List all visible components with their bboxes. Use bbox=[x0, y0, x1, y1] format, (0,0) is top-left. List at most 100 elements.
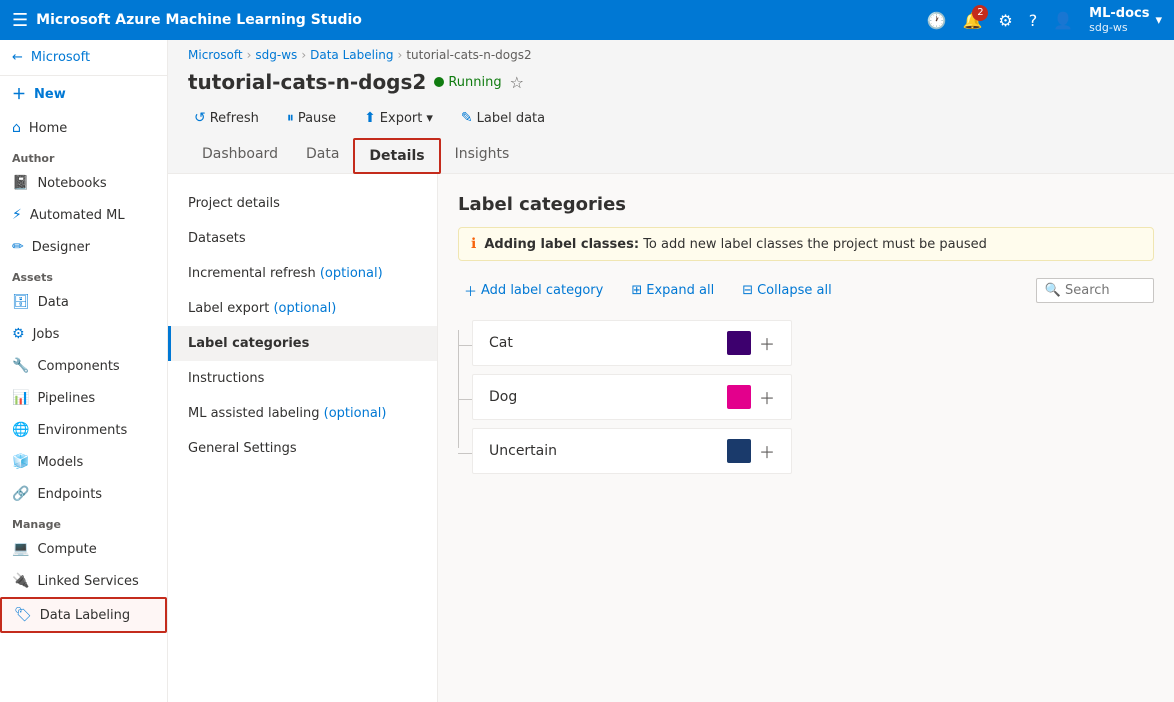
left-nav-label-export[interactable]: Label export (optional) bbox=[168, 291, 437, 326]
search-box[interactable]: 🔍 bbox=[1036, 278, 1154, 303]
left-nav-datasets[interactable]: Datasets bbox=[168, 221, 437, 256]
environments-icon: 🌐 bbox=[12, 422, 29, 438]
main-content: Microsoft › sdg-ws › Data Labeling › tut… bbox=[168, 40, 1174, 702]
sidebar-item-jobs[interactable]: ⚙ Jobs bbox=[0, 318, 167, 350]
breadcrumb-data-labeling[interactable]: Data Labeling bbox=[310, 48, 393, 62]
layout: ← Microsoft ＋ New ⌂ Home Author 📓 Notebo… bbox=[0, 40, 1174, 702]
left-nav-ml-assisted[interactable]: ML assisted labeling (optional) bbox=[168, 396, 437, 431]
left-nav: Project details Datasets Incremental ref… bbox=[168, 174, 438, 702]
breadcrumb-current: tutorial-cats-n-dogs2 bbox=[406, 48, 531, 62]
notification-icon[interactable]: 🔔 2 bbox=[962, 11, 982, 30]
pipelines-label: Pipelines bbox=[37, 391, 95, 406]
sidebar-item-pipelines[interactable]: 📊 Pipelines bbox=[0, 382, 167, 414]
breadcrumb-microsoft[interactable]: Microsoft bbox=[188, 48, 243, 62]
warning-label: Adding label classes: bbox=[484, 237, 639, 252]
components-icon: 🔧 bbox=[12, 358, 29, 374]
designer-label: Designer bbox=[32, 240, 90, 255]
refresh-button[interactable]: ↺ Refresh bbox=[188, 106, 265, 130]
components-label: Components bbox=[37, 359, 119, 374]
left-nav-incremental-refresh[interactable]: Incremental refresh (optional) bbox=[168, 256, 437, 291]
label-export-link[interactable]: (optional) bbox=[273, 301, 336, 316]
left-nav-label-categories[interactable]: Label categories bbox=[168, 326, 437, 361]
home-label: Home bbox=[29, 121, 67, 136]
page-header: tutorial-cats-n-dogs2 Running ☆ bbox=[168, 66, 1174, 102]
add-label-text: Add label category bbox=[481, 283, 603, 298]
category-item-uncertain: Uncertain ＋ bbox=[472, 428, 792, 474]
category-color-cat bbox=[727, 331, 751, 355]
left-nav-general-settings[interactable]: General Settings bbox=[168, 431, 437, 466]
top-bar-left: ☰ Microsoft Azure Machine Learning Studi… bbox=[12, 10, 362, 31]
breadcrumb-workspace[interactable]: sdg-ws bbox=[255, 48, 297, 62]
breadcrumb: Microsoft › sdg-ws › Data Labeling › tut… bbox=[168, 40, 1174, 66]
sidebar-item-components[interactable]: 🔧 Components bbox=[0, 350, 167, 382]
category-wrapper-dog: Dog ＋ bbox=[472, 374, 1154, 424]
user-icon[interactable]: 👤 bbox=[1053, 11, 1073, 30]
sidebar-item-automated-ml[interactable]: ⚡ Automated ML bbox=[0, 199, 167, 231]
refresh-icon: ↺ bbox=[194, 110, 206, 126]
user-section[interactable]: ML-docs sdg-ws ▾ bbox=[1089, 6, 1162, 34]
page-title: tutorial-cats-n-dogs2 bbox=[188, 70, 426, 94]
sidebar-item-models[interactable]: 🧊 Models bbox=[0, 446, 167, 478]
incremental-refresh-link[interactable]: (optional) bbox=[320, 266, 383, 281]
tab-details[interactable]: Details bbox=[353, 138, 440, 174]
search-input[interactable] bbox=[1065, 283, 1145, 298]
category-item-cat: Cat ＋ bbox=[472, 320, 792, 366]
history-icon[interactable]: 🕐 bbox=[927, 11, 947, 30]
label-data-icon: ✎ bbox=[461, 110, 473, 126]
sidebar-item-linked-services[interactable]: 🔌 Linked Services bbox=[0, 565, 167, 597]
pause-button[interactable]: ⏸ Pause bbox=[281, 106, 342, 130]
category-name-cat: Cat bbox=[489, 335, 727, 351]
sidebar-item-compute[interactable]: 💻 Compute bbox=[0, 533, 167, 565]
status-text: Running bbox=[448, 75, 501, 90]
favorite-icon[interactable]: ☆ bbox=[510, 73, 524, 92]
jobs-label: Jobs bbox=[33, 327, 60, 342]
expand-all-text: Expand all bbox=[646, 283, 714, 298]
export-label: Export bbox=[380, 111, 423, 126]
label-data-button[interactable]: ✎ Label data bbox=[455, 106, 551, 130]
export-button[interactable]: ⬆ Export ▾ bbox=[358, 106, 439, 130]
warning-text: Adding label classes: To add new label c… bbox=[484, 237, 987, 252]
automated-ml-icon: ⚡ bbox=[12, 207, 22, 223]
left-nav-instructions[interactable]: Instructions bbox=[168, 361, 437, 396]
label-data-label: Label data bbox=[477, 111, 546, 126]
add-subcategory-dog[interactable]: ＋ bbox=[759, 385, 775, 409]
models-label: Models bbox=[37, 455, 83, 470]
user-name: ML-docs bbox=[1089, 6, 1149, 21]
category-wrapper-cat: Cat ＋ bbox=[472, 320, 1154, 370]
ml-assisted-link[interactable]: (optional) bbox=[324, 406, 387, 421]
help-icon[interactable]: ? bbox=[1029, 11, 1038, 30]
sidebar-item-endpoints[interactable]: 🔗 Endpoints bbox=[0, 478, 167, 510]
collapse-all-button[interactable]: ⊟ Collapse all bbox=[736, 279, 837, 302]
sidebar-item-data-labeling[interactable]: 🏷 Data Labeling bbox=[0, 597, 167, 633]
add-subcategory-cat[interactable]: ＋ bbox=[759, 331, 775, 355]
models-icon: 🧊 bbox=[12, 454, 29, 470]
hamburger-icon[interactable]: ☰ bbox=[12, 10, 28, 31]
home-icon: ⌂ bbox=[12, 120, 21, 136]
tab-data[interactable]: Data bbox=[292, 138, 353, 174]
jobs-icon: ⚙ bbox=[12, 326, 25, 342]
sidebar-item-notebooks[interactable]: 📓 Notebooks bbox=[0, 167, 167, 199]
sidebar-item-environments[interactable]: 🌐 Environments bbox=[0, 414, 167, 446]
tab-insights[interactable]: Insights bbox=[441, 138, 524, 174]
linked-services-icon: 🔌 bbox=[12, 573, 29, 589]
sidebar-item-new[interactable]: ＋ New bbox=[0, 76, 167, 112]
content-area: Project details Datasets Incremental ref… bbox=[168, 174, 1174, 702]
label-panel: Label categories ℹ Adding label classes:… bbox=[438, 174, 1174, 702]
sidebar-item-microsoft[interactable]: ← Microsoft bbox=[0, 40, 167, 76]
sidebar-item-home[interactable]: ⌂ Home bbox=[0, 112, 167, 144]
add-subcategory-uncertain[interactable]: ＋ bbox=[759, 439, 775, 463]
notebooks-label: Notebooks bbox=[37, 176, 106, 191]
add-label-button[interactable]: ＋ Add label category bbox=[458, 277, 609, 304]
sidebar-item-designer[interactable]: ✏ Designer bbox=[0, 231, 167, 263]
data-labeling-icon: 🏷 bbox=[14, 607, 32, 623]
expand-all-button[interactable]: ⊞ Expand all bbox=[625, 279, 720, 302]
tab-dashboard[interactable]: Dashboard bbox=[188, 138, 292, 174]
plus-icon: ＋ bbox=[12, 84, 26, 104]
category-color-dog bbox=[727, 385, 751, 409]
left-nav-project-details[interactable]: Project details bbox=[168, 186, 437, 221]
data-labeling-label: Data Labeling bbox=[40, 608, 130, 623]
new-label: New bbox=[34, 87, 66, 102]
category-name-uncertain: Uncertain bbox=[489, 443, 727, 459]
settings-icon[interactable]: ⚙ bbox=[998, 11, 1012, 30]
sidebar-item-data[interactable]: 🗄 Data bbox=[0, 286, 167, 318]
